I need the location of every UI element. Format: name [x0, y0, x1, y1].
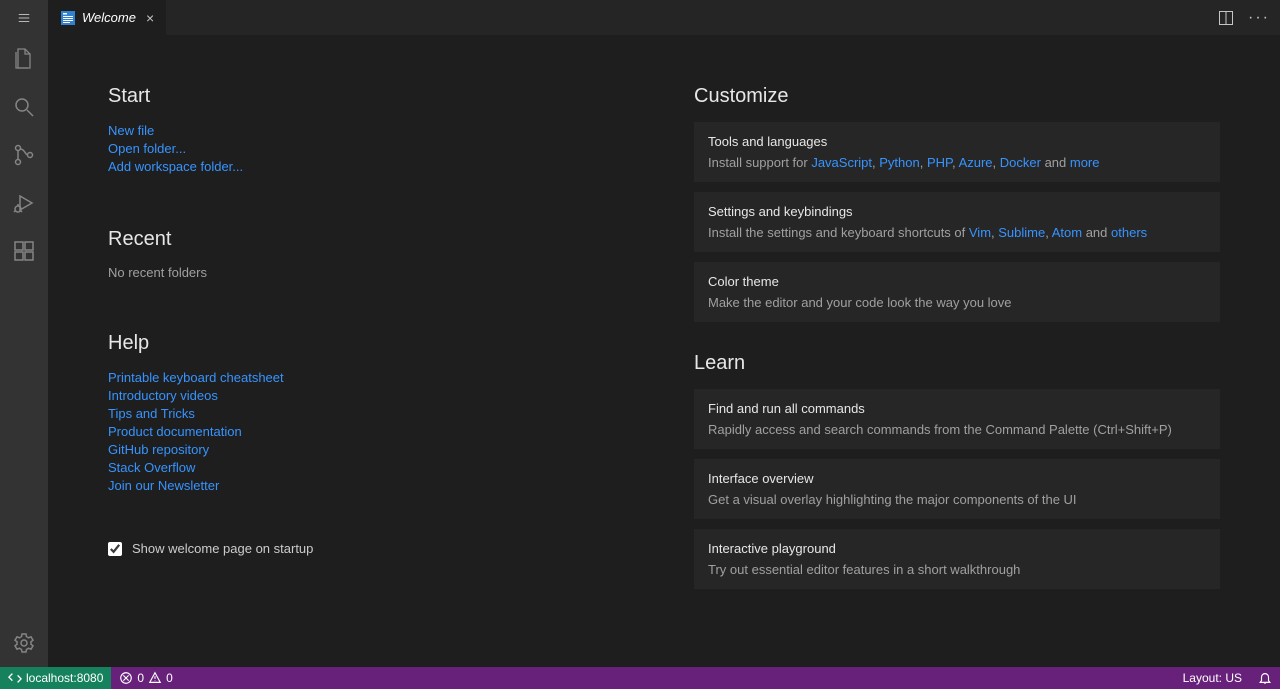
help-links: Printable keyboard cheatsheet Introducto… [108, 369, 634, 495]
start-add-workspace[interactable]: Add workspace folder... [108, 158, 634, 176]
start-links: New file Open folder... Add workspace fo… [108, 122, 634, 176]
status-layout[interactable]: Layout: US [1175, 671, 1250, 685]
card-overview[interactable]: Interface overview Get a visual overlay … [694, 459, 1220, 519]
link-sublime[interactable]: Sublime [998, 225, 1045, 240]
welcome-page: Start New file Open folder... Add worksp… [48, 35, 1280, 667]
card-settings[interactable]: Settings and keybindings Install the set… [694, 192, 1220, 252]
learn-heading: Learn [694, 352, 1220, 375]
titlebar: Welcome × ··· [0, 0, 1280, 35]
gear-icon [12, 631, 36, 655]
card-playground[interactable]: Interactive playground Try out essential… [694, 529, 1220, 589]
card-title: Interface overview [708, 471, 1206, 486]
welcome-checkbox[interactable] [108, 542, 122, 556]
hamburger-icon [17, 11, 31, 25]
menu-button[interactable] [0, 0, 48, 35]
card-title: Tools and languages [708, 134, 1206, 149]
link-python[interactable]: Python [879, 155, 919, 170]
card-title: Settings and keybindings [708, 204, 1206, 219]
recent-heading: Recent [108, 228, 634, 251]
card-desc: Make the editor and your code look the w… [708, 295, 1206, 310]
card-commands[interactable]: Find and run all commands Rapidly access… [694, 389, 1220, 449]
status-bar: localhost:8080 0 0 Layout: US [0, 667, 1280, 689]
warning-icon [148, 671, 162, 685]
tab-close-button[interactable]: × [146, 10, 154, 26]
link-azure[interactable]: Azure [959, 155, 993, 170]
main: Start New file Open folder... Add worksp… [0, 35, 1280, 667]
card-desc: Install support for JavaScript, Python, … [708, 155, 1206, 170]
start-open-folder[interactable]: Open folder... [108, 140, 634, 158]
status-notifications[interactable] [1250, 671, 1280, 685]
debug-button[interactable] [0, 179, 48, 227]
remote-icon [8, 671, 22, 685]
error-icon [119, 671, 133, 685]
debug-icon [12, 191, 36, 215]
files-icon [12, 47, 36, 71]
link-atom[interactable]: Atom [1052, 225, 1082, 240]
source-control-icon [12, 143, 36, 167]
error-count: 0 [137, 671, 144, 685]
link-more[interactable]: more [1070, 155, 1100, 170]
help-github[interactable]: GitHub repository [108, 441, 634, 459]
status-layout-label: Layout: US [1183, 671, 1242, 685]
extensions-icon [12, 239, 36, 263]
search-icon [12, 95, 36, 119]
link-javascript[interactable]: JavaScript [811, 155, 872, 170]
card-desc: Get a visual overlay highlighting the ma… [708, 492, 1206, 507]
help-cheatsheet[interactable]: Printable keyboard cheatsheet [108, 369, 634, 387]
tab-welcome[interactable]: Welcome × [48, 0, 166, 35]
link-php[interactable]: PHP [927, 155, 952, 170]
card-desc: Try out essential editor features in a s… [708, 562, 1206, 577]
search-button[interactable] [0, 83, 48, 131]
more-actions-button[interactable]: ··· [1248, 16, 1270, 20]
split-editor-icon[interactable] [1218, 10, 1234, 26]
card-theme[interactable]: Color theme Make the editor and your cod… [694, 262, 1220, 322]
status-remote[interactable]: localhost:8080 [0, 667, 111, 689]
link-others[interactable]: others [1111, 225, 1147, 240]
help-docs[interactable]: Product documentation [108, 423, 634, 441]
card-desc: Install the settings and keyboard shortc… [708, 225, 1206, 240]
recent-empty: No recent folders [108, 265, 634, 280]
help-newsletter[interactable]: Join our Newsletter [108, 477, 634, 495]
activity-bar [0, 35, 48, 667]
start-new-file[interactable]: New file [108, 122, 634, 140]
status-problems[interactable]: 0 0 [111, 671, 180, 685]
welcome-tab-icon [60, 10, 76, 26]
customize-heading: Customize [694, 85, 1220, 108]
link-docker[interactable]: Docker [1000, 155, 1041, 170]
help-videos[interactable]: Introductory videos [108, 387, 634, 405]
help-stackoverflow[interactable]: Stack Overflow [108, 459, 634, 477]
editor-actions: ··· [1208, 0, 1280, 35]
status-remote-label: localhost:8080 [26, 671, 103, 685]
welcome-checkbox-row[interactable]: Show welcome page on startup [108, 541, 634, 556]
link-vim[interactable]: Vim [969, 225, 991, 240]
card-desc: Rapidly access and search commands from … [708, 422, 1206, 437]
tab-filler [166, 0, 1208, 35]
start-heading: Start [108, 85, 634, 108]
help-heading: Help [108, 332, 634, 355]
card-title: Color theme [708, 274, 1206, 289]
explorer-button[interactable] [0, 35, 48, 83]
card-title: Interactive playground [708, 541, 1206, 556]
tabs: Welcome × [48, 0, 166, 35]
extensions-button[interactable] [0, 227, 48, 275]
settings-button[interactable] [0, 619, 48, 667]
help-tips[interactable]: Tips and Tricks [108, 405, 634, 423]
scm-button[interactable] [0, 131, 48, 179]
card-title: Find and run all commands [708, 401, 1206, 416]
welcome-checkbox-label: Show welcome page on startup [132, 541, 313, 556]
bell-icon [1258, 671, 1272, 685]
tab-label: Welcome [82, 10, 136, 25]
warning-count: 0 [166, 671, 173, 685]
card-tools[interactable]: Tools and languages Install support for … [694, 122, 1220, 182]
